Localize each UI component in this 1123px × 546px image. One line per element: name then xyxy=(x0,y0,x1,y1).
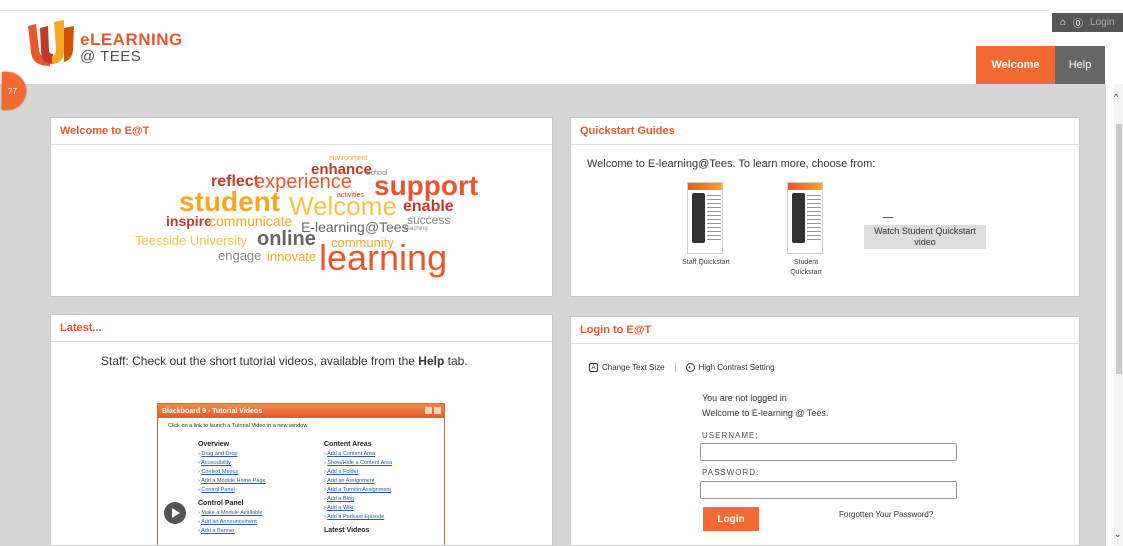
scrollbar-thumb[interactable] xyxy=(1116,124,1122,374)
quickstart-panel: Quickstart Guides Welcome to E-learning@… xyxy=(570,117,1080,297)
latest-text-start: Staff: Check out the short tutorial vide… xyxy=(101,354,419,368)
cloud-word: innovate xyxy=(267,249,317,264)
tutorial-link[interactable]: Add a Podcast Episode xyxy=(327,514,384,520)
close-icon[interactable] xyxy=(434,407,441,414)
tutorial-link[interactable]: Accessibility xyxy=(201,460,231,466)
tutorial-link[interactable]: Control Panel xyxy=(201,487,234,493)
tutorial-link[interactable]: Add a Content Area xyxy=(327,451,375,457)
latest-text-help: Help xyxy=(418,354,445,368)
overview-heading: Overview xyxy=(198,441,230,448)
login-panel: Login to E@T A Change Text Size ◐ High C… xyxy=(570,316,1080,546)
elearning-logo-icon[interactable] xyxy=(26,20,76,66)
scroll-up-icon[interactable]: ^ xyxy=(1114,92,1118,102)
tutorial-link[interactable]: Add a Module Home Page xyxy=(201,478,266,484)
tutorial-link[interactable]: Add a Wiki xyxy=(327,505,353,511)
tutorial-link[interactable]: Add a Blog xyxy=(327,496,354,502)
latest-text-end: tab. xyxy=(444,354,468,368)
tutorial-title-bar: Blackboard 9 - Tutorial Videos xyxy=(158,404,444,418)
contrast-icon[interactable]: ◐ xyxy=(685,362,695,372)
scroll-down-icon[interactable]: ⌄ xyxy=(1114,529,1122,540)
panel-title: Welcome to E@T xyxy=(51,118,552,145)
tutorial-link[interactable]: Add a Folder xyxy=(327,469,359,475)
latest-videos-heading: Latest Videos xyxy=(324,527,370,534)
login-status: You are not logged in xyxy=(702,393,787,403)
tutorial-link[interactable]: Drag and Drop xyxy=(201,451,237,457)
cloud-word: teaching xyxy=(405,226,428,232)
cloud-word: student xyxy=(179,186,281,217)
cloud-word: Teesside University xyxy=(135,233,247,248)
latest-message: Staff: Check out the short tutorial vide… xyxy=(101,354,468,368)
forgot-password-link[interactable]: Forgotten Your Password? xyxy=(839,510,933,519)
tutorial-link[interactable]: Show/Hide a Content Area xyxy=(327,460,392,466)
tutorial-link[interactable]: Add a Banner xyxy=(201,528,235,534)
word-cloud: environment enhance School reflect exper… xyxy=(51,146,554,296)
tutorial-link[interactable]: Context Menus xyxy=(201,469,238,475)
video-placeholder-icon xyxy=(883,217,893,218)
text-size-icon[interactable]: A xyxy=(589,362,598,372)
high-contrast-link[interactable]: High Contrast Setting xyxy=(699,363,775,372)
cloud-word: E-learning@Tees xyxy=(301,219,409,235)
main-tabs: Welcome Help xyxy=(976,46,1105,91)
minimize-icon[interactable] xyxy=(425,407,432,414)
accessibility-options: A Change Text Size ◐ High Contrast Setti… xyxy=(589,362,775,372)
cloud-word: engage xyxy=(218,248,262,263)
overview-column: Overview › Drag and Drop › Accessibility… xyxy=(198,441,266,534)
password-input[interactable] xyxy=(700,481,957,499)
content-areas-column: Content Areas › Add a Content Area › Sho… xyxy=(324,441,393,534)
control-panel-heading: Control Panel xyxy=(198,500,244,507)
staff-quickstart-link[interactable]: Staff Quickstart xyxy=(681,258,731,268)
brand-subtitle: @ TEES xyxy=(80,48,142,65)
help-icon[interactable]: ⓪ xyxy=(1073,15,1083,30)
tutorial-link[interactable]: Add an Announcement xyxy=(201,519,257,525)
student-quickstart-thumbnail[interactable] xyxy=(787,182,823,254)
login-welcome: Welcome to E-learning @ Tees. xyxy=(702,408,829,418)
cloud-word: inspire xyxy=(166,213,212,229)
staff-quickstart-thumbnail[interactable] xyxy=(687,182,723,254)
options-divider xyxy=(674,362,676,372)
cloud-word: learning xyxy=(319,237,448,278)
top-rule xyxy=(0,10,1050,11)
home-icon[interactable]: ⌂ xyxy=(1060,17,1066,28)
tutorial-link[interactable]: Add an Assignment xyxy=(327,478,374,484)
quickstart-intro: Welcome to E-learning@Tees. To learn mor… xyxy=(587,158,876,170)
utility-bar: ⌂ ⓪ Login xyxy=(1052,13,1123,32)
brand-title: eLEARNING xyxy=(80,30,183,49)
cloud-word: success xyxy=(407,213,451,227)
login-link[interactable]: Login xyxy=(1090,17,1114,28)
panel-title: Login to E@T xyxy=(571,317,1079,344)
tab-help[interactable]: Help xyxy=(1055,46,1105,84)
tutorial-link[interactable]: Add a Turnitin Assignment xyxy=(327,487,391,493)
login-button[interactable]: Login xyxy=(703,507,759,531)
tutorial-info: Click on a link to launch a Tutorial Vid… xyxy=(168,423,309,429)
change-text-size-link[interactable]: Change Text Size xyxy=(602,363,665,372)
student-quickstart-link[interactable]: Student Quickstart xyxy=(781,258,831,278)
tutorial-videos-window[interactable]: Blackboard 9 - Tutorial Videos Click on … xyxy=(157,403,445,545)
tab-welcome[interactable]: Welcome xyxy=(976,46,1055,91)
watch-video-button[interactable]: Watch Student Quickstart video xyxy=(864,225,986,249)
cloud-word: online xyxy=(257,228,316,250)
latest-panel: Latest... Staff: Check out the short tut… xyxy=(50,314,553,546)
content-areas-heading: Content Areas xyxy=(324,441,372,448)
play-icon[interactable] xyxy=(164,502,186,524)
username-label: USERNAME: xyxy=(702,431,759,440)
vertical-scrollbar[interactable]: ^ ⌄ xyxy=(1114,84,1123,546)
welcome-panel: Welcome to E@T environment enhance Schoo… xyxy=(50,117,553,297)
panel-title: Quickstart Guides xyxy=(571,118,1079,145)
tutorial-link[interactable]: Make a Module Available xyxy=(201,510,262,516)
username-input[interactable] xyxy=(700,443,957,461)
tutorial-title: Blackboard 9 - Tutorial Videos xyxy=(162,407,263,415)
panel-title: Latest... xyxy=(51,315,552,342)
cloud-word: communicate xyxy=(209,213,293,229)
cloud-word: Welcome xyxy=(289,191,397,221)
password-label: PASSWORD: xyxy=(702,468,760,477)
